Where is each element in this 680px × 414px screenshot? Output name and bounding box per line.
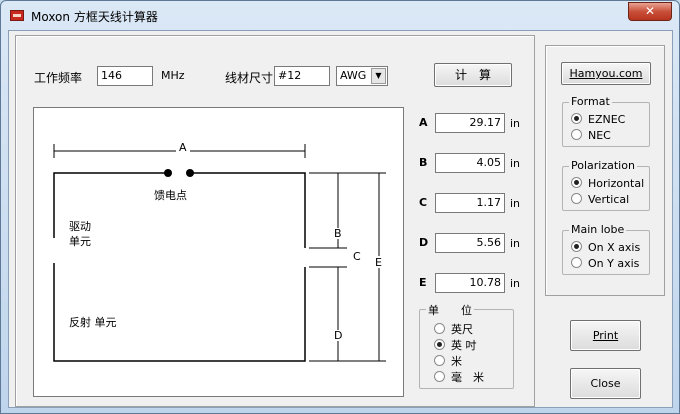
radio-selected-icon[interactable] xyxy=(571,177,582,188)
frequency-label: 工作频率 xyxy=(34,71,83,85)
format-group: Format EZNEC NEC xyxy=(562,95,650,147)
wire-gauge-select[interactable]: AWG ▼ xyxy=(336,66,388,86)
close-icon: ✕ xyxy=(644,4,656,18)
client-area: 工作频率 146 MHz 线材尺寸 #12 AWG ▼ 计 算 A 馈电点 驱动… xyxy=(8,30,673,408)
feed-point-dot-left xyxy=(164,169,172,177)
main-lobe-group-title: Main lobe xyxy=(569,223,627,236)
driven-element-label-1: 驱动 xyxy=(69,220,91,233)
calculate-button[interactable]: 计 算 xyxy=(434,63,512,87)
result-e-value[interactable]: 10.78 xyxy=(435,273,505,293)
reflector-element xyxy=(53,263,306,362)
close-button[interactable]: Close xyxy=(570,368,641,399)
result-c-letter: C xyxy=(419,196,428,209)
unit-option-feet-label: 英尺 xyxy=(451,323,473,336)
polarization-option-horizontal[interactable]: Horizontal xyxy=(571,177,644,191)
radio-icon[interactable] xyxy=(434,323,445,334)
hamyou-button[interactable]: Hamyou.com xyxy=(561,62,651,85)
dimension-c-label: C xyxy=(353,250,361,263)
unit-option-inch[interactable]: 英 吋 xyxy=(434,337,477,352)
polarization-group-title: Polarization xyxy=(569,159,637,172)
radio-icon[interactable] xyxy=(571,129,582,140)
result-d-letter: D xyxy=(419,236,429,249)
unit-option-millimeter-label: 毫 米 xyxy=(451,371,484,384)
result-a-unit: in xyxy=(510,117,521,130)
radio-icon[interactable] xyxy=(571,257,582,268)
radio-icon[interactable] xyxy=(571,193,582,204)
format-option-nec-label: NEC xyxy=(588,129,611,142)
result-c-value[interactable]: 1.17 xyxy=(435,193,505,213)
format-group-title: Format xyxy=(569,95,612,108)
main-lobe-option-y[interactable]: On Y axis xyxy=(571,257,639,271)
result-e-unit: in xyxy=(510,277,521,290)
window-title: Moxon 方框天线计算器 xyxy=(31,10,158,24)
title-bar[interactable]: Moxon 方框天线计算器 ✕ xyxy=(1,1,679,31)
feed-point-dot-right xyxy=(186,169,194,177)
polarization-option-vertical[interactable]: Vertical xyxy=(571,193,629,207)
window-close-button[interactable]: ✕ xyxy=(628,2,672,21)
polarization-option-vertical-label: Vertical xyxy=(588,193,630,206)
options-panel: Hamyou.com Format EZNEC NEC Polarization… xyxy=(545,45,665,296)
app-window: Moxon 方框天线计算器 ✕ 工作频率 146 MHz 线材尺寸 #12 AW… xyxy=(0,0,680,414)
wire-size-input[interactable]: #12 xyxy=(274,66,330,86)
result-d-unit: in xyxy=(510,237,521,250)
result-b-value[interactable]: 4.05 xyxy=(435,153,505,173)
result-e-letter: E xyxy=(419,276,427,289)
feed-point-label: 馈电点 xyxy=(154,189,187,202)
print-button-label: Print xyxy=(592,329,619,342)
dimension-a-label: A xyxy=(176,141,190,154)
frequency-input[interactable]: 146 xyxy=(97,66,153,86)
main-lobe-option-x[interactable]: On X axis xyxy=(571,241,640,255)
antenna-drawing xyxy=(53,144,386,362)
hamyou-button-label: Hamyou.com xyxy=(569,67,643,80)
dropdown-arrow-icon[interactable]: ▼ xyxy=(371,68,386,84)
radio-selected-icon[interactable] xyxy=(571,113,582,124)
reflector-element-label: 反射 单元 xyxy=(69,316,117,329)
radio-selected-icon[interactable] xyxy=(434,339,445,350)
dimension-e-label: E xyxy=(375,256,382,269)
driven-element-label-2: 单元 xyxy=(69,235,91,248)
main-lobe-option-x-label: On X axis xyxy=(588,241,641,254)
wire-gauge-value: AWG xyxy=(340,69,367,82)
main-lobe-option-y-label: On Y axis xyxy=(588,257,640,270)
result-c-unit: in xyxy=(510,197,521,210)
frequency-unit: MHz xyxy=(161,69,185,82)
format-option-nec[interactable]: NEC xyxy=(571,129,611,143)
main-lobe-group: Main lobe On X axis On Y axis xyxy=(562,223,650,275)
app-icon xyxy=(10,10,24,21)
result-b-letter: B xyxy=(419,156,428,169)
moxon-diagram: A 馈电点 驱动 单元 反射 单元 B C D E xyxy=(33,107,404,397)
radio-icon[interactable] xyxy=(434,371,445,382)
format-option-eznec-label: EZNEC xyxy=(588,113,626,126)
unit-option-millimeter[interactable]: 毫 米 xyxy=(434,369,484,384)
radio-icon[interactable] xyxy=(434,355,445,366)
result-d-value[interactable]: 5.56 xyxy=(435,233,505,253)
dimension-d-label: D xyxy=(334,329,343,342)
format-option-eznec[interactable]: EZNEC xyxy=(571,113,625,127)
unit-option-meter-label: 米 xyxy=(451,355,462,368)
polarization-option-horizontal-label: Horizontal xyxy=(588,177,645,190)
print-button[interactable]: Print xyxy=(570,320,641,351)
polarization-group: Polarization Horizontal Vertical xyxy=(562,159,650,211)
unit-option-feet[interactable]: 英尺 xyxy=(434,321,473,336)
dimension-b-label: B xyxy=(334,227,342,240)
wire-size-label: 线材尺寸 xyxy=(225,71,274,85)
unit-option-meter[interactable]: 米 xyxy=(434,353,462,368)
unit-option-inch-label: 英 吋 xyxy=(451,339,477,352)
units-group-title: 单 位 xyxy=(426,302,474,318)
units-group: 单 位 英尺 英 吋 米 毫 米 xyxy=(419,302,514,389)
radio-selected-icon[interactable] xyxy=(571,241,582,252)
result-a-value[interactable]: 29.17 xyxy=(435,113,505,133)
driven-element-right xyxy=(190,172,306,248)
result-a-letter: A xyxy=(419,116,428,129)
main-panel: 工作频率 146 MHz 线材尺寸 #12 AWG ▼ 计 算 A 馈电点 驱动… xyxy=(15,35,535,407)
result-b-unit: in xyxy=(510,157,521,170)
